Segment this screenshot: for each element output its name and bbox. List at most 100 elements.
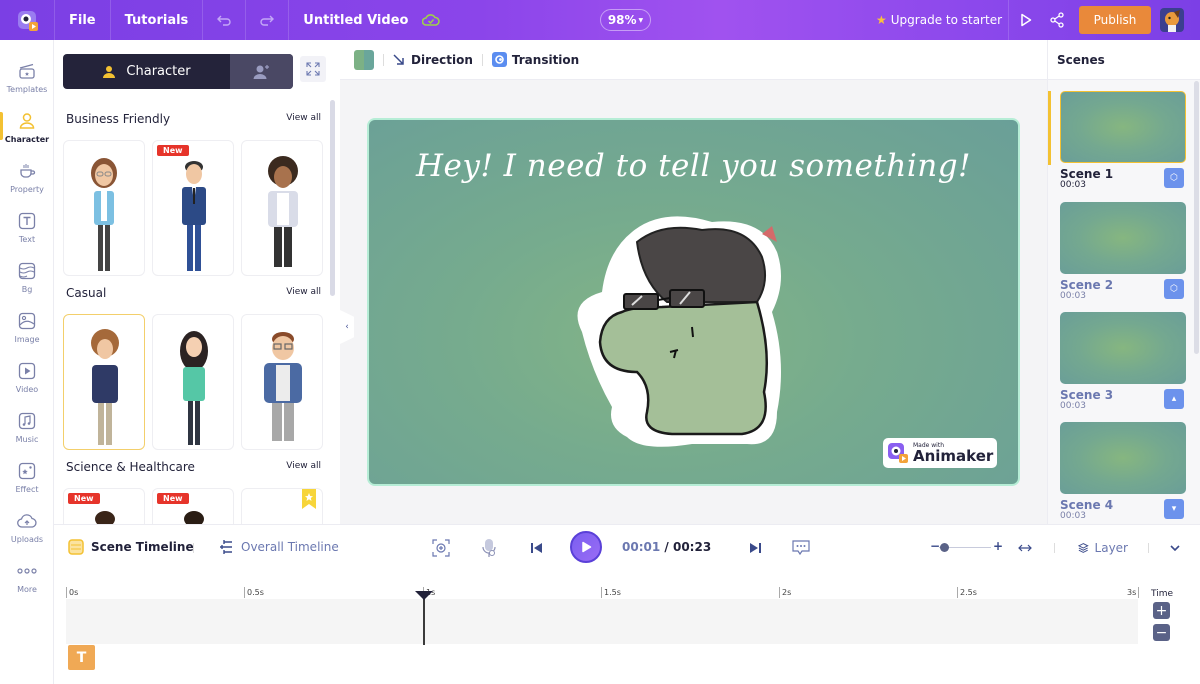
- ruler-tick: 0.5s: [244, 587, 264, 598]
- scene-item[interactable]: Scene 1 00:03 ⬡: [1060, 91, 1188, 190]
- character-woman-mint-shirt-image: [180, 331, 208, 445]
- person-filled-icon: [103, 65, 116, 78]
- file-menu[interactable]: File: [55, 0, 110, 40]
- cloud-saved-icon: [422, 14, 441, 26]
- share-icon: [1050, 12, 1064, 28]
- nav-video[interactable]: Video: [0, 352, 54, 402]
- skip-forward-button[interactable]: [744, 537, 766, 559]
- share-button[interactable]: [1049, 12, 1065, 32]
- background-color-swatch[interactable]: [354, 49, 374, 70]
- app-logo[interactable]: [0, 0, 54, 40]
- nav-label: Image: [14, 334, 40, 344]
- scene-thumbnail[interactable]: [1060, 422, 1186, 494]
- character-card[interactable]: New: [152, 140, 234, 276]
- view-all-casual[interactable]: View all: [286, 287, 321, 297]
- nav-templates[interactable]: Templates: [0, 52, 54, 102]
- project-title[interactable]: Untitled Video: [289, 0, 422, 40]
- scene-item[interactable]: Scene 3 00:03 ▴: [1060, 312, 1188, 411]
- character-card[interactable]: New: [63, 488, 145, 524]
- cube-icon: ⬡: [1170, 173, 1178, 183]
- collapse-panel-button[interactable]: ‹: [340, 310, 354, 344]
- layers-icon: [17, 261, 37, 281]
- fit-width-button[interactable]: [1016, 537, 1034, 559]
- section-title-casual: Casual: [66, 286, 107, 300]
- tab-create-character[interactable]: [230, 54, 293, 89]
- scene-thumbnail[interactable]: [1060, 312, 1186, 384]
- skip-back-button[interactable]: [526, 537, 548, 559]
- voice-record-button[interactable]: [478, 537, 500, 559]
- timeline-panel: Scene Timeline Overall Timeline 00:01 / …: [54, 524, 1200, 684]
- nav-text[interactable]: Text: [0, 202, 54, 252]
- layer-button[interactable]: Layer: [1078, 537, 1128, 559]
- scene-timeline-label: Scene Timeline: [91, 540, 194, 554]
- avatar-dog-icon: [1165, 10, 1180, 32]
- expand-panel-button[interactable]: [300, 56, 326, 82]
- upgrade-link[interactable]: ★ Upgrade to starter: [876, 0, 1002, 40]
- direction-button[interactable]: Direction: [411, 53, 473, 67]
- upgrade-label: Upgrade to starter: [890, 13, 1003, 27]
- scene-canvas[interactable]: Hey! I need to tell you something! Made …: [367, 118, 1020, 486]
- tab-overall-timeline[interactable]: Overall Timeline: [218, 539, 339, 555]
- user-avatar[interactable]: [1160, 8, 1184, 32]
- collapse-timeline-button[interactable]: [1166, 537, 1184, 559]
- dinosaur-character-sticker[interactable]: [572, 212, 812, 462]
- character-card[interactable]: [241, 140, 323, 276]
- ruler-tick: 2.5s: [957, 587, 977, 598]
- nav-property[interactable]: Property: [0, 152, 54, 202]
- nav-more[interactable]: More: [0, 552, 54, 602]
- cloud-upload-icon: [17, 511, 37, 531]
- publish-button[interactable]: Publish: [1079, 6, 1151, 34]
- nav-image[interactable]: Image: [0, 302, 54, 352]
- nav-bg[interactable]: Bg: [0, 252, 54, 302]
- scene-item[interactable]: Scene 2 00:03 ⬡: [1060, 202, 1188, 301]
- time-decrease-button[interactable]: −: [1153, 624, 1170, 641]
- text-layer-item[interactable]: T: [68, 645, 95, 670]
- ruler-tick: 1.5s: [601, 587, 621, 598]
- scenes-scrollbar[interactable]: [1194, 81, 1199, 354]
- view-all-business[interactable]: View all: [286, 113, 321, 123]
- playhead-handle[interactable]: [415, 591, 433, 600]
- character-card[interactable]: [63, 140, 145, 276]
- scene-caption-text[interactable]: Hey! I need to tell you something!: [369, 148, 1018, 184]
- nav-character[interactable]: Character: [0, 102, 54, 152]
- play-button[interactable]: [570, 531, 602, 563]
- time-increase-button[interactable]: +: [1153, 602, 1170, 619]
- nav-label: Effect: [15, 484, 39, 494]
- redo-button[interactable]: [246, 0, 288, 40]
- view-all-science[interactable]: View all: [286, 461, 321, 471]
- zoom-level-select[interactable]: 98% ▼: [600, 9, 651, 31]
- nav-uploads[interactable]: Uploads: [0, 502, 54, 552]
- undo-button[interactable]: [203, 0, 245, 40]
- character-card[interactable]: [152, 314, 234, 450]
- panel-scrollbar[interactable]: [330, 100, 335, 296]
- new-badge: New: [157, 145, 189, 156]
- nav-effect[interactable]: Effect: [0, 452, 54, 502]
- timeline-zoom-slider[interactable]: − +: [930, 539, 1003, 554]
- tab-scene-timeline[interactable]: Scene Timeline: [68, 539, 194, 555]
- preview-button[interactable]: [1020, 13, 1032, 31]
- scene-thumbnail[interactable]: [1060, 91, 1186, 163]
- character-card[interactable]: New: [152, 488, 234, 524]
- more-icon: [17, 561, 37, 581]
- layer-label: Layer: [1094, 541, 1128, 555]
- animaker-watermark[interactable]: Made with Animaker: [883, 438, 997, 468]
- scene-transition-button[interactable]: ⬡: [1164, 168, 1184, 188]
- subtitles-button[interactable]: [790, 537, 812, 559]
- overall-timeline-label: Overall Timeline: [241, 540, 339, 554]
- timeline-track[interactable]: [66, 599, 1138, 644]
- character-card[interactable]: [241, 314, 323, 450]
- scene-transition-button[interactable]: ▴: [1164, 389, 1184, 409]
- scene-transition-button[interactable]: ▾: [1164, 499, 1184, 519]
- scene-item[interactable]: Scene 4 00:03 ▾: [1060, 422, 1188, 521]
- scene-thumbnail[interactable]: [1060, 202, 1186, 274]
- tutorials-menu[interactable]: Tutorials: [111, 0, 203, 40]
- slider-handle[interactable]: [940, 543, 949, 552]
- character-card[interactable]: [241, 488, 323, 524]
- nav-music[interactable]: Music: [0, 402, 54, 452]
- transition-icon: [491, 52, 507, 67]
- camera-zoom-button[interactable]: [430, 537, 452, 559]
- scene-transition-button[interactable]: ⬡: [1164, 279, 1184, 299]
- tab-character[interactable]: Character: [63, 54, 230, 89]
- transition-button[interactable]: Transition: [512, 53, 579, 67]
- character-card[interactable]: [63, 314, 145, 450]
